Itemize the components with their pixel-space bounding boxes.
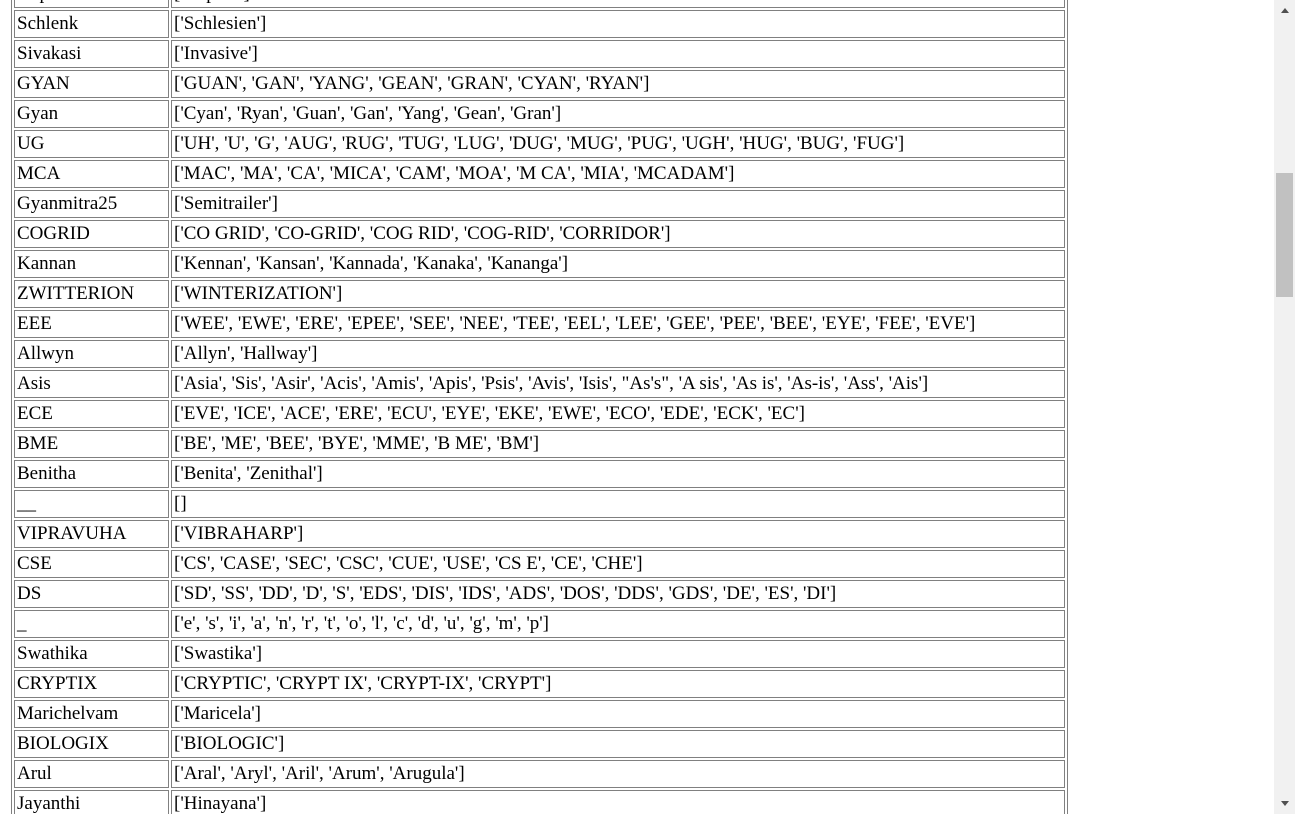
suggestions-cell: ['CO GRID', 'CO-GRID', 'COG RID', 'COG-R… <box>171 220 1065 248</box>
table-row: Marichelvam ['Maricela'] <box>14 700 1065 728</box>
suggestions-cell: ['Asia', 'Sis', 'Asir', 'Acis', 'Amis', … <box>171 370 1065 398</box>
table-row: GYAN ['GUAN', 'GAN', 'YANG', 'GEAN', 'GRA… <box>14 70 1065 98</box>
suggestions-cell: ['Hinayana'] <box>171 790 1065 814</box>
suggestions-cell: ['e', 's', 'i', 'a', 'n', 'r', 't', 'o',… <box>171 610 1065 638</box>
word-cell: __ <box>14 490 169 518</box>
table-row: Allwyn ['Allyn', 'Hallway'] <box>14 340 1065 368</box>
suggestions-cell: ['WINTERIZATION'] <box>171 280 1065 308</box>
suggestions-cell: ['CRYPTIC', 'CRYPT IX', 'CRYPT-IX', 'CRY… <box>171 670 1065 698</box>
suggestions-cell: ['Semitrailer'] <box>171 190 1065 218</box>
table-row: Gyan ['Cyan', 'Ryan', 'Guan', 'Gan', 'Yan… <box>14 100 1065 128</box>
table-row: Asis ['Asia', 'Sis', 'Asir', 'Acis', 'Ami… <box>14 370 1065 398</box>
word-cell: Sivakasi <box>14 40 169 68</box>
table-row: MCA ['MAC', 'MA', 'CA', 'MICA', 'CAM', 'M… <box>14 160 1065 188</box>
scroll-up-button[interactable] <box>1274 2 1295 19</box>
table-row: Schlenk ['Schlesien'] <box>14 10 1065 38</box>
vertical-scrollbar[interactable] <box>1274 0 1295 814</box>
table-row: ECE ['EVE', 'ICE', 'ACE', 'ERE', 'ECU', '… <box>14 400 1065 428</box>
word-cell: _ <box>14 610 169 638</box>
page-viewport: Tripura['Tripura']Schlenk['Schlesien']Si… <box>0 0 1274 814</box>
word-cell: ECE <box>14 400 169 428</box>
word-cell: EEE <box>14 310 169 338</box>
word-cell: Jayanthi <box>14 790 169 814</box>
suggestions-cell: ['SD', 'SS', 'DD', 'D', 'S', 'EDS', 'DIS… <box>171 580 1065 608</box>
table-row: CSE ['CS', 'CASE', 'SEC', 'CSC', 'CUE', '… <box>14 550 1065 578</box>
word-cell: Allwyn <box>14 340 169 368</box>
word-cell: Marichelvam <box>14 700 169 728</box>
table-row: Sivakasi ['Invasive'] <box>14 40 1065 68</box>
table-body: Tripura['Tripura']Schlenk['Schlesien']Si… <box>14 0 1065 814</box>
word-cell: Benitha <box>14 460 169 488</box>
suggestions-cell: ['Allyn', 'Hallway'] <box>171 340 1065 368</box>
suggestions-cell: ['Schlesien'] <box>171 10 1065 38</box>
word-cell: CSE <box>14 550 169 578</box>
table-row: CRYPTIX ['CRYPTIC', 'CRYPT IX', 'CRYPT-IX… <box>14 670 1065 698</box>
table-row: Benitha ['Benita', 'Zenithal'] <box>14 460 1065 488</box>
word-cell: CRYPTIX <box>14 670 169 698</box>
word-cell: UG <box>14 130 169 158</box>
suggestions-cell: ['VIBRAHARP'] <box>171 520 1065 548</box>
suggestions-cell: ['GUAN', 'GAN', 'YANG', 'GEAN', 'GRAN', … <box>171 70 1065 98</box>
table-row: BME ['BE', 'ME', 'BEE', 'BYE', 'MME', 'B … <box>14 430 1065 458</box>
suggestions-cell: ['BIOLOGIC'] <box>171 730 1065 758</box>
suggestions-cell: ['UH', 'U', 'G', 'AUG', 'RUG', 'TUG', 'L… <box>171 130 1065 158</box>
word-cell: VIPRAVUHA <box>14 520 169 548</box>
table-row: Kannan ['Kennan', 'Kansan', 'Kannada', 'K… <box>14 250 1065 278</box>
table-row: Gyanmitra25 ['Semitrailer'] <box>14 190 1065 218</box>
table-row: EEE ['WEE', 'EWE', 'ERE', 'EPEE', 'SEE', … <box>14 310 1065 338</box>
spelling-suggestions-table: Tripura['Tripura']Schlenk['Schlesien']Si… <box>11 0 1068 814</box>
suggestions-cell: ['WEE', 'EWE', 'ERE', 'EPEE', 'SEE', 'NE… <box>171 310 1065 338</box>
word-cell: Tripura <box>14 0 169 8</box>
word-cell: Schlenk <box>14 10 169 38</box>
table-row: _ ['e', 's', 'i', 'a', 'n', 'r', 't', 'o'… <box>14 610 1065 638</box>
table-row: ZWITTERION ['WINTERIZATION'] <box>14 280 1065 308</box>
suggestions-cell: ['Kennan', 'Kansan', 'Kannada', 'Kanaka'… <box>171 250 1065 278</box>
triangle-up-icon <box>1280 8 1289 13</box>
suggestions-cell: ['BE', 'ME', 'BEE', 'BYE', 'MME', 'B ME'… <box>171 430 1065 458</box>
scroll-thumb[interactable] <box>1276 173 1293 297</box>
suggestions-cell: ['Invasive'] <box>171 40 1065 68</box>
word-cell: DS <box>14 580 169 608</box>
suggestions-cell: ['Benita', 'Zenithal'] <box>171 460 1065 488</box>
table-row: Arul ['Aral', 'Aryl', 'Aril', 'Arum', 'Ar… <box>14 760 1065 788</box>
table-row: BIOLOGIX ['BIOLOGIC'] <box>14 730 1065 758</box>
suggestions-cell: [] <box>171 490 1065 518</box>
word-cell: Gyan <box>14 100 169 128</box>
suggestions-cell: ['Cyan', 'Ryan', 'Guan', 'Gan', 'Yang', … <box>171 100 1065 128</box>
word-cell: Asis <box>14 370 169 398</box>
word-cell: GYAN <box>14 70 169 98</box>
suggestions-cell: ['EVE', 'ICE', 'ACE', 'ERE', 'ECU', 'EYE… <box>171 400 1065 428</box>
suggestions-cell: ['Aral', 'Aryl', 'Aril', 'Arum', 'Arugul… <box>171 760 1065 788</box>
suggestions-cell: ['CS', 'CASE', 'SEC', 'CSC', 'CUE', 'USE… <box>171 550 1065 578</box>
scroll-down-button[interactable] <box>1274 795 1295 812</box>
word-cell: Gyanmitra25 <box>14 190 169 218</box>
table-row: COGRID ['CO GRID', 'CO-GRID', 'COG RID', … <box>14 220 1065 248</box>
table-row: UG ['UH', 'U', 'G', 'AUG', 'RUG', 'TUG', … <box>14 130 1065 158</box>
word-cell: BME <box>14 430 169 458</box>
word-cell: Kannan <box>14 250 169 278</box>
table-row: Jayanthi ['Hinayana'] <box>14 790 1065 814</box>
table-row: Tripura['Tripura'] <box>14 0 1065 8</box>
word-cell: Swathika <box>14 640 169 668</box>
suggestions-cell: ['MAC', 'MA', 'CA', 'MICA', 'CAM', 'MOA'… <box>171 160 1065 188</box>
suggestions-cell: ['Tripura'] <box>171 0 1065 8</box>
word-cell: COGRID <box>14 220 169 248</box>
word-cell: Arul <box>14 760 169 788</box>
word-cell: ZWITTERION <box>14 280 169 308</box>
table-row: VIPRAVUHA ['VIBRAHARP'] <box>14 520 1065 548</box>
table-row: DS ['SD', 'SS', 'DD', 'D', 'S', 'EDS', 'D… <box>14 580 1065 608</box>
suggestions-cell: ['Maricela'] <box>171 700 1065 728</box>
word-cell: MCA <box>14 160 169 188</box>
triangle-down-icon <box>1280 801 1289 806</box>
table-row: __[] <box>14 490 1065 518</box>
word-cell: BIOLOGIX <box>14 730 169 758</box>
suggestions-cell: ['Swastika'] <box>171 640 1065 668</box>
table-row: Swathika ['Swastika'] <box>14 640 1065 668</box>
